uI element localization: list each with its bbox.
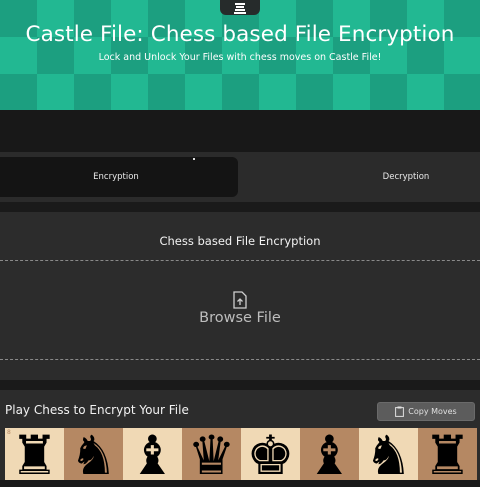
chess-board[interactable]: 8 ♜ ♞ ♝ ♛ ♚ ♝ ♞ ♜ [5,428,477,483]
tab-encryption[interactable]: Encryption [0,157,238,197]
chess-play-panel: Play Chess to Encrypt Your File Copy Mov… [0,390,480,483]
black-bishop-piece[interactable]: ♝ [305,429,353,483]
rank-label: 8 [7,429,11,436]
page-subtitle: Lock and Unlock Your Files with chess mo… [98,52,382,63]
tab-indicator-dot [193,158,195,160]
square-c8[interactable]: ♝ [123,428,182,483]
square-g8[interactable]: ♞ [359,428,418,483]
dropzone-bottom-border [0,359,480,360]
browse-file-button[interactable]: Browse File [0,310,480,326]
black-queen-piece[interactable]: ♛ [187,429,235,483]
black-king-piece[interactable]: ♚ [246,429,294,483]
logo[interactable] [220,0,260,15]
spacer-band [0,110,480,152]
square-h8[interactable]: ♜ [418,428,477,483]
tab-encryption-label: Encryption [93,172,139,182]
file-upload-icon[interactable] [232,291,248,309]
square-a8[interactable]: 8 ♜ [5,428,64,483]
square-e8[interactable]: ♚ [241,428,300,483]
copy-moves-label: Copy Moves [408,407,457,416]
black-knight-piece[interactable]: ♞ [364,429,412,483]
black-knight-piece[interactable]: ♞ [69,429,117,483]
mode-tabs: Encryption Decryption [0,152,480,202]
square-f8[interactable]: ♝ [300,428,359,483]
header-banner: Castle File: Chess based File Encryption… [0,0,480,110]
tab-decryption-label: Decryption [382,172,430,182]
dropzone-top-border [0,260,480,261]
black-rook-piece[interactable]: ♜ [10,429,58,483]
copy-moves-button[interactable]: Copy Moves [377,402,475,421]
black-rook-piece[interactable]: ♜ [423,429,471,483]
clipboard-icon [395,406,405,417]
play-title: Play Chess to Encrypt Your File [5,403,189,417]
chess-king-icon [234,3,246,14]
square-b8[interactable]: ♞ [64,428,123,483]
tab-decryption[interactable]: Decryption [290,157,480,197]
black-bishop-piece[interactable]: ♝ [128,429,176,483]
square-d8[interactable]: ♛ [182,428,241,483]
page-title: Castle File: Chess based File Encryption [25,22,455,47]
encryption-panel: Chess based File Encryption Browse File [0,212,480,380]
encryption-title: Chess based File Encryption [159,234,321,248]
